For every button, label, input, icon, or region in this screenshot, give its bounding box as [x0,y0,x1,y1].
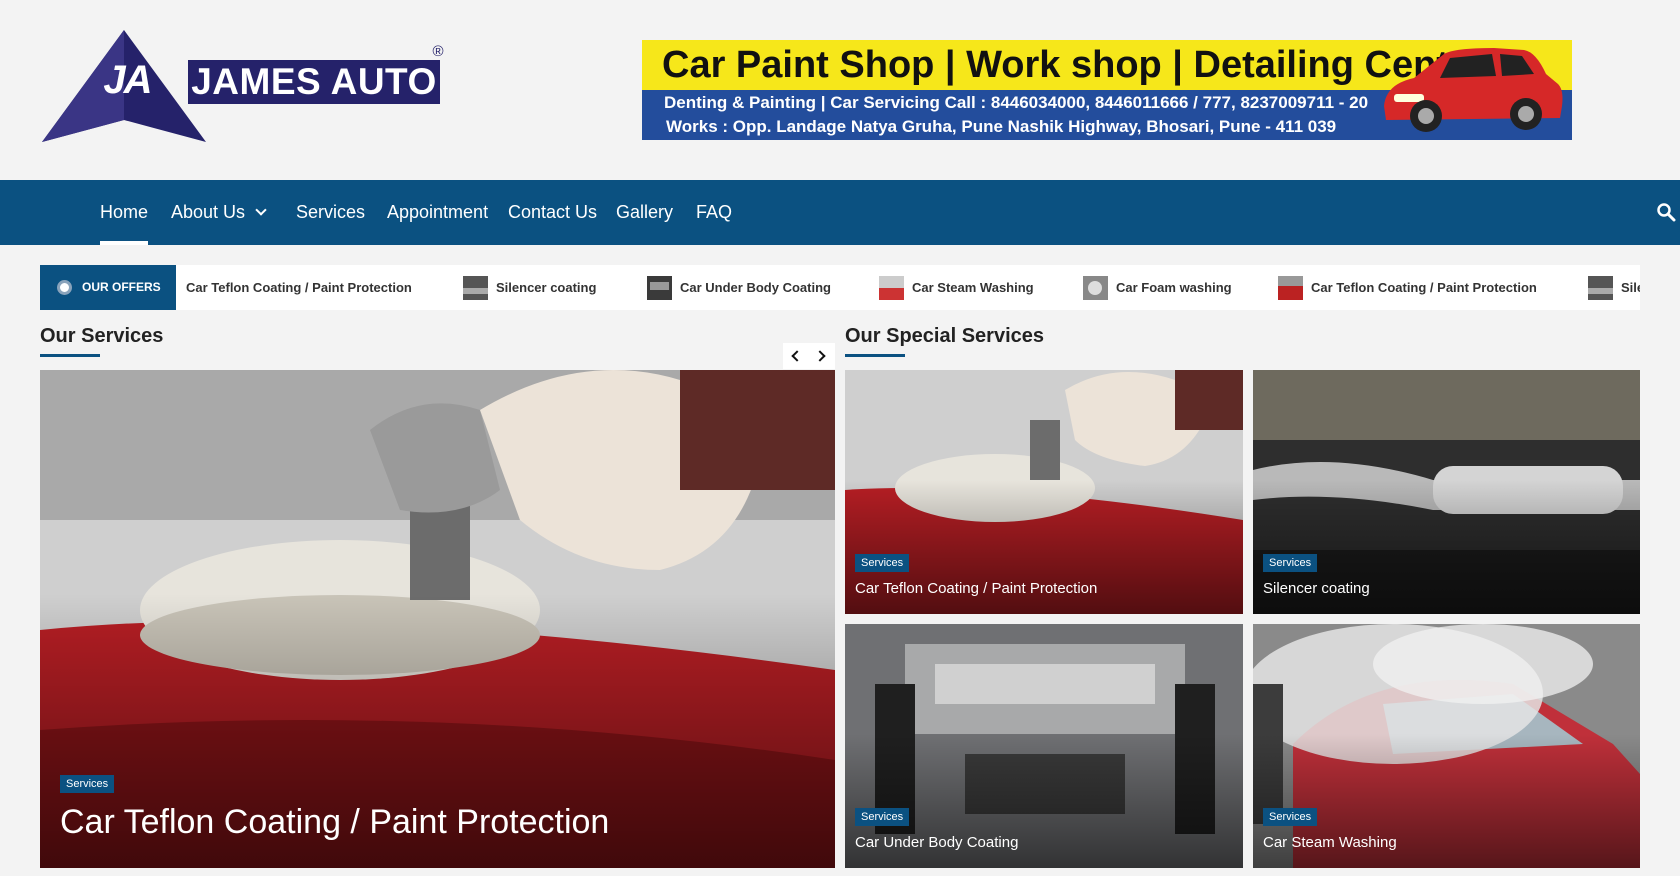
chevron-left-icon [791,350,803,362]
main-navigation: Home About Us Services Appointment Conta… [0,180,1680,245]
slider-prev-button[interactable] [783,343,809,369]
slider-next-button[interactable] [809,343,835,369]
search-icon[interactable] [1656,202,1676,222]
registered-mark: ® [432,43,444,60]
banner-services-phone: Denting & Painting | Car Servicing Call … [664,93,1369,112]
red-car-image [1384,48,1563,132]
category-badge[interactable]: Services [855,554,910,572]
nav-about-us-label: About Us [171,202,246,222]
nav-about-us[interactable]: About Us [171,180,267,245]
special-services-title: Our Special Services [845,325,1045,347]
ticker-item[interactable]: Silencer coating [496,265,596,310]
ticker-thumb-underbody [647,276,672,300]
category-badge[interactable]: Services [855,808,910,826]
ticker-item[interactable]: Sile [1621,265,1640,310]
category-badge[interactable]: Services [1263,808,1318,826]
ticker-thumb-silencer [463,276,488,300]
site-header: JA JAMES AUTO ® Car Paint Shop | Work sh… [0,0,1680,180]
our-services-title: Our Services [40,325,164,347]
ticker-item[interactable]: Car Steam Washing [912,265,1034,310]
special-service-title[interactable]: Silencer coating [1263,578,1370,600]
offers-ticker: OUR OFFERS Car Teflon Coating / Paint Pr… [40,265,1640,310]
ticker-label: OUR OFFERS [40,265,176,310]
ticker-thumb-steam [879,276,904,300]
special-service-title[interactable]: Car Under Body Coating [855,832,1018,854]
ticker-item[interactable]: Car Under Body Coating [680,265,831,310]
nav-gallery[interactable]: Gallery [616,180,673,245]
featured-service-title[interactable]: Car Teflon Coating / Paint Protection [60,800,609,844]
logo-name-box: JAMES AUTO [188,60,440,104]
banner-address: Works : Opp. Landage Natya Gruha, Pune N… [666,117,1337,136]
ticker-item[interactable]: Car Teflon Coating / Paint Protection [186,265,412,310]
special-service-title[interactable]: Car Steam Washing [1263,832,1397,854]
site-logo[interactable]: JA JAMES AUTO ® [40,28,450,144]
ticker-item[interactable]: Car Foam washing [1116,265,1232,310]
section-underline [40,354,100,357]
special-service-card[interactable]: Services Silencer coating [1253,370,1640,614]
ticker-thumb-foam [1083,276,1108,300]
special-service-card[interactable]: Services Car Steam Washing [1253,624,1640,868]
special-service-card[interactable]: Services Car Under Body Coating [845,624,1243,868]
ticker-label-text: OUR OFFERS [82,280,161,294]
ticker-item[interactable]: Car Teflon Coating / Paint Protection [1311,265,1537,310]
category-badge[interactable]: Services [60,775,115,793]
nav-home[interactable]: Home [100,180,149,245]
chevron-down-icon [255,204,267,216]
category-badge[interactable]: Services [1263,554,1318,572]
featured-service-card[interactable]: Services Car Teflon Coating / Paint Prot… [40,370,835,868]
nav-services[interactable]: Services [296,180,365,245]
special-service-title[interactable]: Car Teflon Coating / Paint Protection [855,578,1097,600]
header-banner[interactable]: Car Paint Shop | Work shop | Detailing C… [642,40,1572,140]
nav-appointment[interactable]: Appointment [387,180,488,245]
nav-contact-us[interactable]: Contact Us [508,180,597,245]
ticker-thumb-silencer [1588,276,1613,300]
radio-dot-icon [57,280,72,295]
logo-initials: JA [103,58,152,102]
section-underline [845,354,905,357]
banner-title: Car Paint Shop | Work shop | Detailing C… [662,44,1485,86]
logo-name: JAMES AUTO [191,61,437,102]
nav-faq[interactable]: FAQ [696,180,732,245]
chevron-right-icon [814,350,826,362]
ticker-thumb-teflon [1278,276,1303,300]
special-service-card[interactable]: Services Car Teflon Coating / Paint Prot… [845,370,1243,614]
